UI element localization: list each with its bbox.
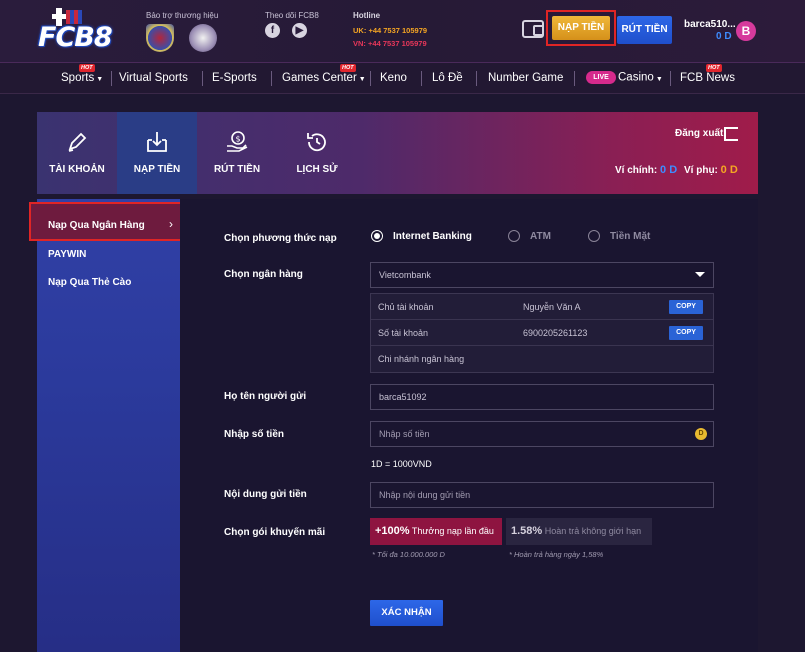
tab-account[interactable]: TÀI KHOẢN — [37, 112, 117, 194]
avatar[interactable]: B — [736, 21, 756, 41]
wallet-icon[interactable] — [522, 20, 544, 38]
history-icon — [307, 133, 326, 152]
content-label: Nội dung gửi tiền — [224, 489, 307, 500]
tab-deposit[interactable]: NẠP TIỀN — [117, 112, 197, 194]
sidebar-item-paywin[interactable]: PAYWIN — [48, 249, 86, 260]
svg-text:$: $ — [236, 135, 241, 144]
radio-cash[interactable] — [588, 230, 600, 242]
nav-item-casino[interactable]: LIVE Casino ▼ — [586, 71, 663, 84]
sidebar-item-bank[interactable]: Nạp Qua Ngân Hàng › — [29, 202, 191, 241]
username[interactable]: barca510... — [684, 19, 736, 30]
hot-badge: HOT — [706, 64, 722, 72]
amount-label: Nhập số tiền — [224, 429, 285, 440]
amount-input[interactable]: Nhập số tiền D — [370, 421, 714, 447]
hotline-label: Hotline — [353, 11, 381, 20]
nav-item-keno[interactable]: Keno — [380, 72, 407, 84]
radio-internet-banking[interactable] — [371, 230, 383, 242]
tab-history[interactable]: LỊCH SỬ — [277, 112, 357, 194]
nav-item-virtual-sports[interactable]: Virtual Sports — [119, 72, 188, 84]
bank-label: Chọn ngân hàng — [224, 269, 303, 280]
tab-withdraw[interactable]: $ RÚT TIỀN — [197, 112, 277, 194]
promo-unlimited-rebate[interactable]: 1.58% Hoàn trả không giới hạn — [506, 518, 652, 545]
logout-icon[interactable] — [724, 127, 738, 141]
sender-label: Họ tên người gửi — [224, 391, 307, 402]
chevron-down-icon: ▼ — [655, 75, 663, 83]
radio-label-internet-banking: Internet Banking — [393, 231, 472, 242]
deposit-sidebar: PAYWIN Nạp Qua Thẻ Cào — [37, 199, 180, 652]
logout-button[interactable]: Đăng xuất — [675, 128, 723, 139]
sponsor-label: Bảo trợ thương hiệu — [146, 11, 219, 20]
promo-2-note: * Hoàn trả hàng ngày 1,58% — [509, 550, 604, 559]
chevron-down-icon: ▼ — [96, 76, 104, 83]
hot-badge: HOT — [79, 64, 95, 72]
bank-branch-row: Chi nhánh ngân hàng — [378, 354, 465, 364]
pencil-icon — [68, 132, 87, 152]
user-balance: 0 D — [716, 31, 732, 42]
deposit-button-highlight: NẠP TIỀN — [546, 10, 616, 46]
nav-item-games-center[interactable]: HOT Games Center ▼ — [282, 64, 366, 84]
coin-icon: D — [695, 428, 707, 440]
bank-owner-row: Chủ tài khoản Nguyễn Văn A COPY — [371, 294, 713, 320]
bank-account-row: Số tài khoản 6900205261123 COPY — [371, 320, 713, 346]
bank-select[interactable]: Vietcombank — [370, 262, 714, 288]
hotline-vn: VN: +44 7537 105979 — [353, 39, 427, 48]
main-nav: HOT Sports ▼ Virtual Sports E-Sports HOT … — [0, 62, 805, 94]
sidebar-item-card[interactable]: Nạp Qua Thẻ Cào — [48, 277, 131, 288]
bank-info-box: Chủ tài khoản Nguyễn Văn A COPY Số tài k… — [370, 293, 714, 373]
club-crest-icon — [189, 24, 217, 52]
confirm-button[interactable]: XÁC NHẬN — [370, 600, 443, 626]
radio-label-cash: Tiền Mặt — [610, 231, 651, 242]
hot-badge: HOT — [340, 64, 356, 72]
barcelona-badge-icon — [146, 24, 174, 52]
youtube-icon[interactable]: ▶ — [292, 23, 307, 38]
sender-name-input[interactable]: barca51092 — [370, 384, 714, 410]
radio-atm[interactable] — [508, 230, 520, 242]
promo-first-deposit[interactable]: +100% Thưởng nạp lần đầu — [370, 518, 502, 545]
top-header: FCB8 Bảo trợ thương hiệu Theo dõi FCB8 f… — [0, 0, 805, 62]
deposit-button[interactable]: NẠP TIỀN — [552, 16, 610, 40]
promo-label: Chọn gói khuyến mãi — [224, 527, 326, 538]
nav-item-lo-de[interactable]: Lô Đề — [432, 72, 463, 84]
bank-account-value: 6900205261123 — [523, 328, 588, 338]
copy-owner-button[interactable]: COPY — [669, 300, 703, 314]
chevron-down-icon — [695, 272, 705, 277]
main-wallet: Ví chính: 0 D — [615, 164, 678, 176]
nav-item-esports[interactable]: E-Sports — [212, 72, 257, 84]
live-icon: LIVE — [586, 71, 616, 84]
promo-1-note: * Tối đa 10.000.000 D — [372, 550, 445, 559]
exchange-rate: 1D = 1000VND — [371, 459, 432, 469]
download-box-icon — [147, 132, 167, 152]
nav-item-number-game[interactable]: Number Game — [488, 72, 563, 84]
radio-label-atm: ATM — [530, 231, 551, 242]
money-hand-icon: $ — [227, 131, 248, 152]
facebook-icon[interactable]: f — [265, 23, 280, 38]
fcb8-logo[interactable]: FCB8 — [38, 8, 113, 54]
sub-wallet: Ví phụ: 0 D — [684, 164, 738, 176]
nav-item-sports[interactable]: HOT Sports ▼ — [61, 64, 104, 84]
copy-account-button[interactable]: COPY — [669, 326, 703, 340]
chevron-right-icon: › — [169, 217, 173, 231]
follow-label: Theo dõi FCB8 — [265, 11, 319, 20]
method-label: Chọn phương thức nạp — [224, 233, 337, 244]
hotline-uk: UK: +44 7537 105979 — [353, 26, 428, 35]
account-bar: TÀI KHOẢN NẠP TIỀN $ RÚT TIỀN LỊCH SỬ — [37, 112, 758, 194]
nav-item-fcb-news[interactable]: HOT FCB News — [680, 64, 735, 84]
content-input[interactable]: Nhập nội dung gửi tiền — [370, 482, 714, 508]
chevron-down-icon: ▼ — [358, 76, 366, 83]
bank-owner-value: Nguyễn Văn A — [523, 302, 581, 312]
withdraw-button[interactable]: RÚT TIỀN — [617, 16, 672, 44]
